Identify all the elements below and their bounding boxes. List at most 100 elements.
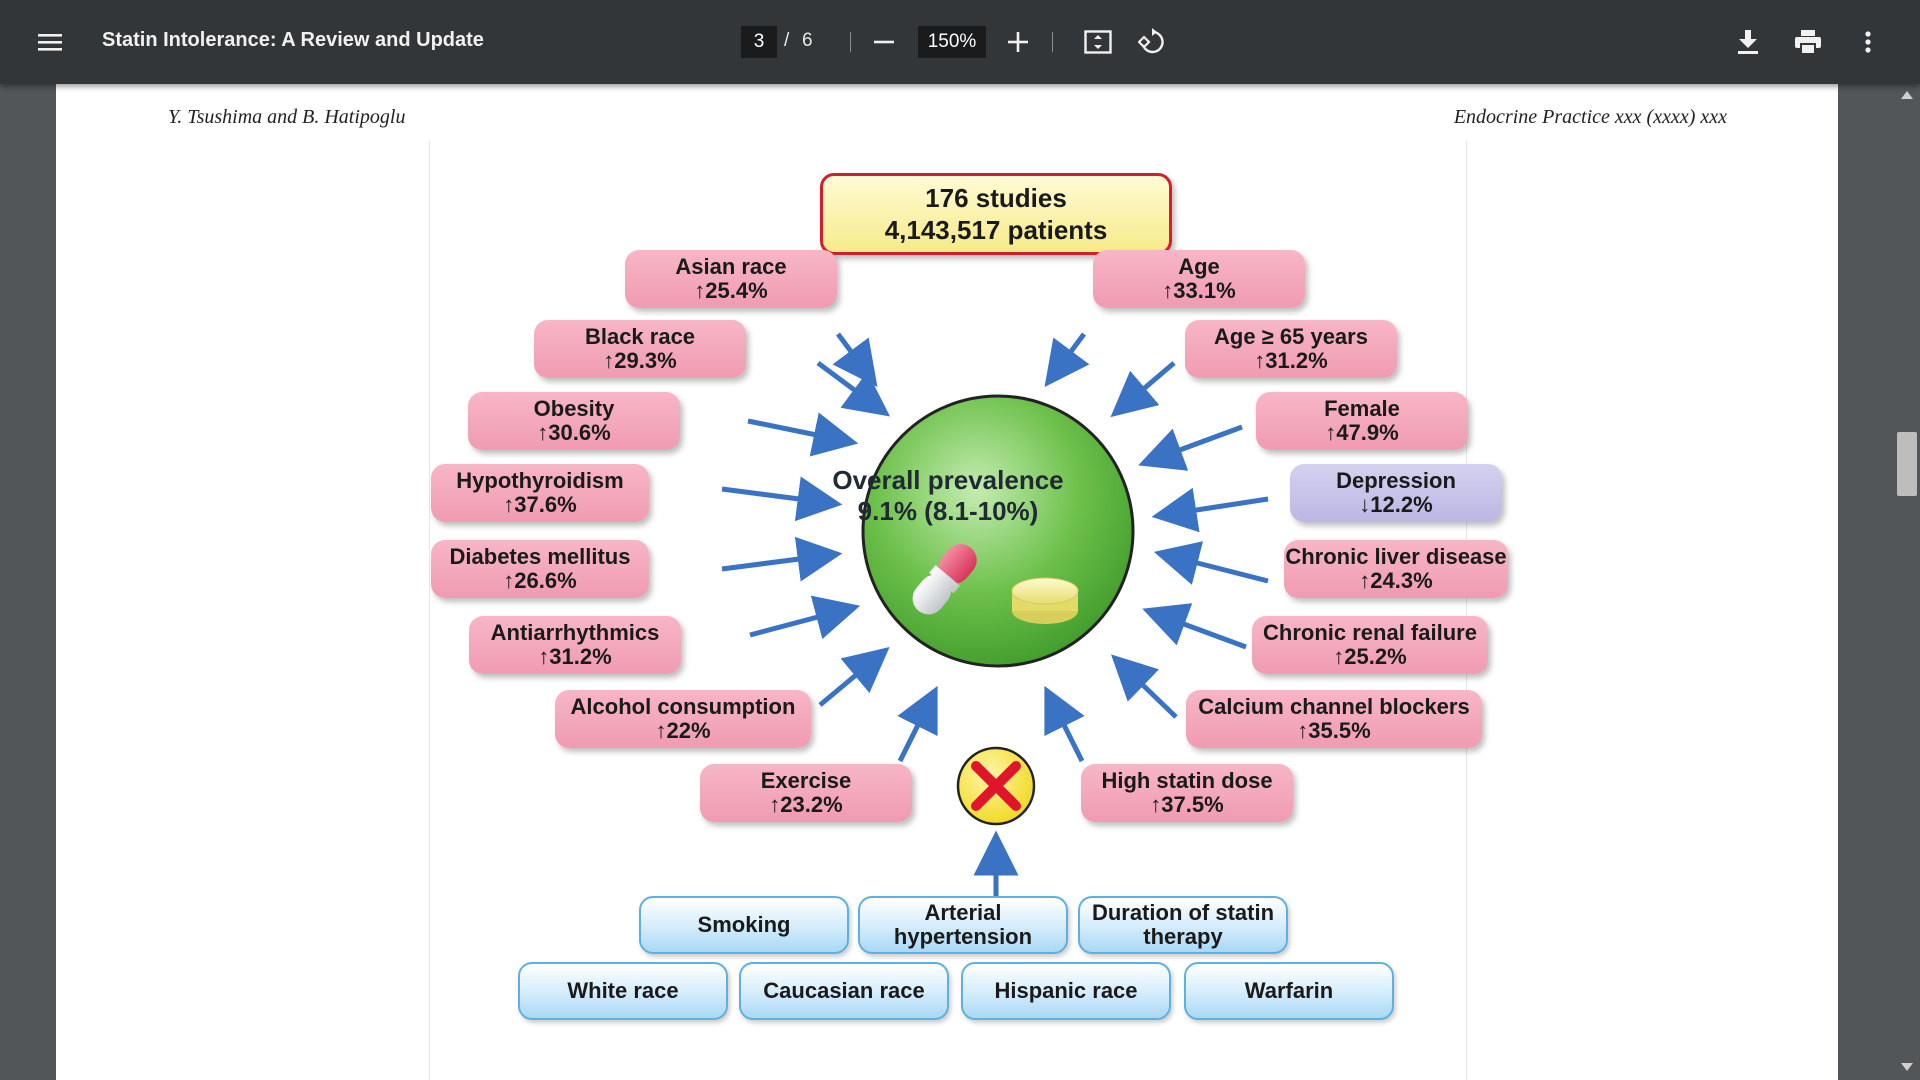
risk-factor-value: ↑29.3% — [603, 348, 677, 373]
risk-factor-box: High statin dose ↑37.5% — [1081, 764, 1293, 822]
prevalence-value: 9.1% (8.1-10%) — [857, 496, 1039, 526]
prevalence-title: Overall prevalence — [832, 465, 1064, 495]
no-effect-factor-box: Hispanic race — [961, 962, 1171, 1020]
overall-prevalence-label: Overall prevalence 9.1% (8.1-10%) — [762, 465, 1134, 527]
no-effect-factor-name: Caucasian race — [763, 978, 925, 1004]
risk-factor-value: ↑22% — [655, 718, 711, 743]
no-effect-factor-name: Hispanic race — [994, 978, 1138, 1004]
risk-factor-box: Chronic renal failure ↑25.2% — [1252, 616, 1488, 674]
risk-factor-name: Chronic liver disease — [1285, 544, 1507, 570]
risk-factor-box: Age ≥ 65 years ↑31.2% — [1185, 320, 1397, 378]
risk-arrow — [832, 332, 878, 388]
risk-factor-value: ↑35.5% — [1297, 718, 1371, 743]
risk-factor-name: Chronic renal failure — [1263, 620, 1477, 646]
zoom-out-icon — [874, 40, 894, 44]
zoom-level-input[interactable]: 150% — [918, 26, 986, 58]
risk-factor-name: Depression — [1336, 468, 1456, 494]
menu-button[interactable] — [28, 20, 72, 64]
risk-factor-box: Diabetes mellitus ↑26.6% — [431, 540, 649, 598]
print-icon — [1795, 30, 1821, 54]
summary-studies: 176 studies — [925, 182, 1067, 213]
risk-factor-value: ↑47.9% — [1325, 420, 1399, 445]
fit-page-icon — [1084, 30, 1112, 54]
risk-factor-name: Hypothyroidism — [456, 468, 624, 494]
risk-factor-box: Chronic liver disease ↑24.3% — [1284, 540, 1508, 598]
scroll-down-icon[interactable] — [1898, 1060, 1916, 1074]
risk-factor-name: Age — [1178, 254, 1220, 280]
toolbar-divider — [850, 32, 851, 52]
risk-factor-value: ↑26.6% — [503, 568, 577, 593]
risk-factor-value: ↑31.2% — [1254, 348, 1328, 373]
risk-factor-name: Obesity — [533, 396, 615, 422]
risk-factor-value: ↑37.5% — [1150, 792, 1224, 817]
no-effect-factor-name: therapy — [1143, 924, 1223, 949]
more-vert-icon — [1865, 31, 1871, 53]
no-effect-factor-name: Smoking — [697, 912, 791, 938]
more-options-button[interactable] — [1848, 22, 1888, 62]
download-button[interactable] — [1728, 22, 1768, 62]
risk-arrow — [1151, 487, 1269, 533]
risk-arrow — [747, 412, 859, 457]
risk-factor-box: Female ↑47.9% — [1256, 392, 1468, 450]
no-effect-factor-name: White race — [567, 978, 679, 1004]
risk-factor-name: Black race — [584, 324, 696, 350]
risk-arrow — [818, 646, 890, 707]
risk-factor-value: ↑31.2% — [538, 644, 612, 669]
no-effect-factor-box: White race — [518, 962, 728, 1020]
toolbar-divider — [1052, 32, 1053, 52]
risk-factor-value: ↑24.3% — [1359, 568, 1433, 593]
risk-factor-box: Calcium channel blockers ↑35.5% — [1186, 690, 1482, 748]
risk-factor-value: ↑25.2% — [1333, 644, 1407, 669]
document-title: Statin Intolerance: A Review and Update — [102, 29, 484, 51]
summary-patients: 4,143,517 patients — [884, 215, 1108, 245]
page-total: 6 — [802, 30, 813, 51]
risk-arrow — [1044, 332, 1090, 388]
no-effect-x-icon — [956, 746, 1036, 826]
page-number-input[interactable]: 3 — [741, 26, 777, 58]
risk-factor-name: Age ≥ 65 years — [1214, 324, 1368, 350]
pdf-page: Y. Tsushima and B. Hatipoglu Endocrine P… — [56, 84, 1838, 1080]
risk-arrow — [721, 536, 843, 582]
risk-arrow — [1142, 603, 1247, 650]
risk-arrow — [1111, 654, 1178, 719]
no-effect-factor-box: Arterial hypertension — [858, 896, 1068, 954]
scrollbar-thumb[interactable] — [1897, 432, 1917, 496]
risk-factor-box: Obesity ↑30.6% — [468, 392, 680, 450]
zoom-in-button[interactable] — [998, 22, 1038, 62]
risk-arrow — [1110, 361, 1176, 418]
risk-arrow — [897, 685, 938, 763]
risk-factor-name: Antiarrhythmics — [490, 620, 660, 646]
zoom-in-icon — [1008, 32, 1028, 52]
zoom-out-button[interactable] — [864, 22, 904, 62]
menu-icon — [38, 34, 62, 51]
risk-arrow — [1138, 424, 1243, 471]
rotate-button[interactable] — [1132, 22, 1172, 62]
risk-factor-name: Female — [1324, 396, 1400, 422]
no-effect-factor-box: Caucasian race — [739, 962, 949, 1020]
risk-factor-figure: 176 studies 4,143,517 patients Asian race ↑… — [429, 141, 1508, 1080]
print-button[interactable] — [1788, 22, 1828, 62]
risk-arrow — [816, 360, 891, 417]
scrollbar-track[interactable] — [1894, 84, 1920, 1080]
scroll-up-icon[interactable] — [1898, 88, 1916, 102]
risk-factor-name: Alcohol consumption — [570, 694, 796, 720]
fit-to-page-button[interactable] — [1078, 22, 1118, 62]
rotate-icon — [1138, 28, 1164, 54]
no-effect-factor-name: Arterial — [924, 900, 1002, 926]
protective-factor-box: Depression ↓12.2% — [1290, 464, 1502, 522]
risk-factor-box: Hypothyroidism ↑37.6% — [431, 464, 649, 522]
risk-factor-box: Exercise ↑23.2% — [700, 764, 912, 822]
risk-factor-name: High statin dose — [1101, 768, 1273, 794]
no-effect-factor-name: Warfarin — [1244, 978, 1334, 1004]
risk-arrow — [749, 595, 861, 640]
no-effect-factor-box: Smoking — [639, 896, 849, 954]
no-effect-factor-name: Duration of statin — [1091, 900, 1275, 926]
pdf-toolbar: Statin Intolerance: A Review and Update … — [0, 0, 1920, 84]
risk-arrow — [1153, 541, 1269, 585]
page-separator: / — [784, 30, 790, 51]
risk-factor-value: ↑33.1% — [1162, 278, 1236, 303]
no-effect-factor-name: hypertension — [893, 924, 1033, 949]
risk-factor-value: ↑37.6% — [503, 492, 577, 517]
risk-factor-box: Black race ↑29.3% — [534, 320, 746, 378]
running-head-journal: Endocrine Practice xxx (xxxx) xxx — [1453, 106, 1727, 128]
